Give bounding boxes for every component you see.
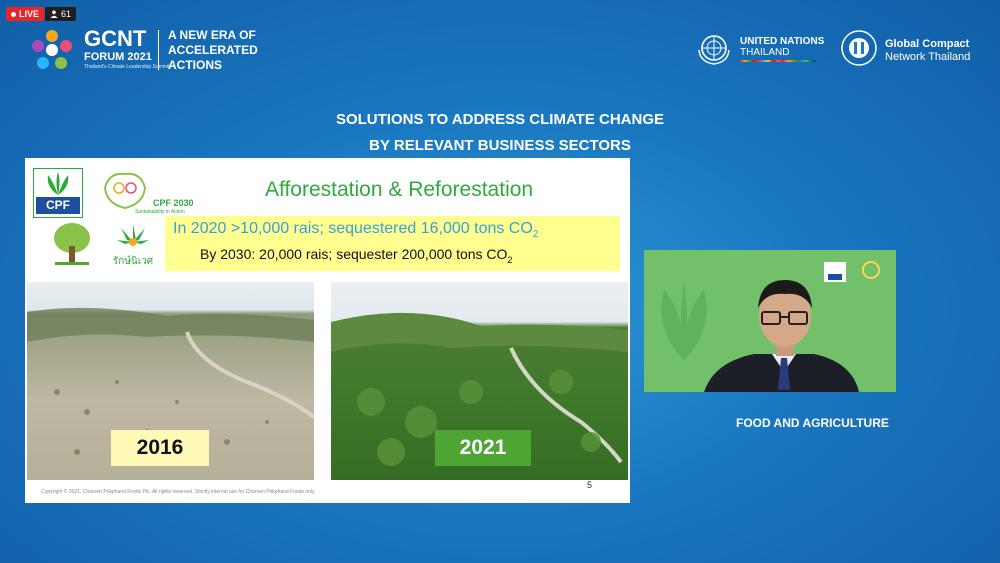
- stat-2020: In 2020 >10,000 rais; sequestered 16,000…: [173, 220, 538, 240]
- svg-text:รักษ์นิเวศ: รักษ์นิเวศ: [113, 255, 153, 267]
- event-logo-title: GCNT: [84, 26, 147, 51]
- cpf-logo: CPF: [33, 168, 83, 218]
- co2-subscript: 2: [507, 254, 513, 265]
- cpf-brand-text: CPF: [36, 197, 80, 214]
- tagline-line-3: ACTIONS: [168, 58, 222, 72]
- gc-name: Global Compact: [885, 38, 970, 50]
- sdg-color-bar: [740, 60, 816, 62]
- speaker-video: [644, 250, 896, 392]
- tagline-line-2: ACCELERATED: [168, 43, 258, 57]
- speaker-video-frame: [644, 250, 896, 392]
- un-country: THAILAND: [740, 47, 790, 58]
- presentation-slide: CPF CPF 2030 Sustainability in Action รั…: [25, 158, 630, 503]
- session-heading-line-2: BY RELEVANT BUSINESS SECTORS: [369, 137, 631, 154]
- event-logo-year: FORUM 2021: [84, 51, 152, 63]
- un-name: UNITED NATIONS: [740, 36, 825, 47]
- tree-logo-icon: [54, 223, 90, 265]
- cpf-2030-subtitle: Sustainability in Action: [135, 209, 185, 215]
- gc-subtitle: Network Thailand: [885, 51, 971, 63]
- slide-page-number: 5: [587, 480, 593, 490]
- slide-footer: Copyright © 2021, Charoen Pokphand Foods…: [41, 489, 315, 495]
- stat-2030: By 2030: 20,000 rais; sequester 200,000 …: [200, 246, 512, 265]
- live-badge: LIVE: [6, 7, 45, 21]
- live-label: LIVE: [19, 9, 40, 19]
- stat-2020-text: In 2020 >10,000 rais; sequestered 16,000…: [173, 220, 533, 237]
- event-logo-subtitle: Thailand's Climate Leadership Summit: [84, 64, 170, 70]
- un-emblem-icon: [698, 35, 730, 65]
- cpf-2030-title: CPF 2030: [153, 198, 194, 208]
- cpf-leaf-icon: [47, 172, 69, 195]
- photo-2016: 2016: [27, 282, 314, 480]
- tagline-line-1: A NEW ERA OF: [168, 28, 256, 42]
- viewer-count-badge: 61: [45, 7, 77, 21]
- year-label-2021: 2021: [435, 430, 531, 466]
- live-dot-icon: [11, 11, 16, 17]
- slide-title: Afforestation & Reforestation: [265, 178, 534, 201]
- co2-subscript: 2: [532, 229, 539, 241]
- photo-2021: 2021: [331, 282, 628, 480]
- global-compact-icon: [841, 30, 877, 66]
- cpf-2030-tree-icon: [103, 172, 147, 210]
- session-heading-line-1: SOLUTIONS TO ADDRESS CLIMATE CHANGE: [335, 111, 665, 128]
- speaker-caption: FOOD AND AGRICULTURE: [736, 416, 889, 430]
- rak-nivet-logo-icon: รักษ์นิเวศ: [113, 224, 153, 267]
- year-label-2016: 2016: [111, 430, 209, 466]
- person-icon: [50, 10, 58, 18]
- viewer-count: 61: [61, 9, 72, 19]
- stat-2030-text: By 2030: 20,000 rais; sequester 200,000 …: [200, 246, 508, 262]
- gcnt-logo-icon: [32, 30, 72, 69]
- logo-divider: [158, 30, 159, 70]
